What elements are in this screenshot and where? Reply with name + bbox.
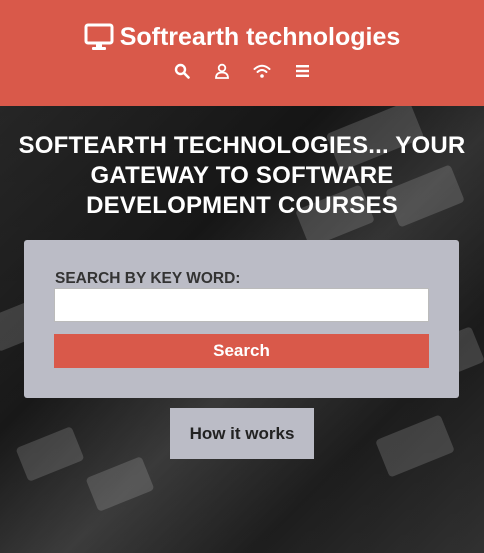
search-label: SEARCH BY KEY WORD:: [55, 270, 241, 287]
headline-line-1: SOFTEARTH TECHNOLOGIES... YOUR: [18, 132, 466, 159]
search-panel: SEARCH BY KEY WORD: Search: [24, 240, 459, 398]
site-header: Softrearth technologies: [0, 0, 484, 106]
header-nav: [0, 62, 484, 80]
brand[interactable]: Softrearth technologies: [0, 22, 484, 52]
hero-section: SOFTEARTH TECHNOLOGIES... YOUR GATEWAY T…: [0, 106, 484, 553]
monitor-icon: [84, 22, 114, 52]
wifi-icon[interactable]: [253, 62, 271, 80]
headline-line-2: GATEWAY TO SOFTWARE: [90, 162, 394, 189]
search-icon[interactable]: [173, 62, 191, 80]
brand-name: Softrearth technologies: [119, 22, 401, 51]
search-button[interactable]: Search: [54, 334, 429, 368]
how-it-works-button[interactable]: How it works: [170, 408, 314, 459]
hero-headline: SOFTEARTH TECHNOLOGIES... YOUR GATEWAY T…: [0, 131, 484, 221]
user-icon[interactable]: [213, 62, 231, 80]
search-input[interactable]: [54, 288, 429, 322]
menu-icon[interactable]: [293, 62, 311, 80]
headline-line-3: DEVELOPMENT COURSES: [86, 192, 398, 219]
